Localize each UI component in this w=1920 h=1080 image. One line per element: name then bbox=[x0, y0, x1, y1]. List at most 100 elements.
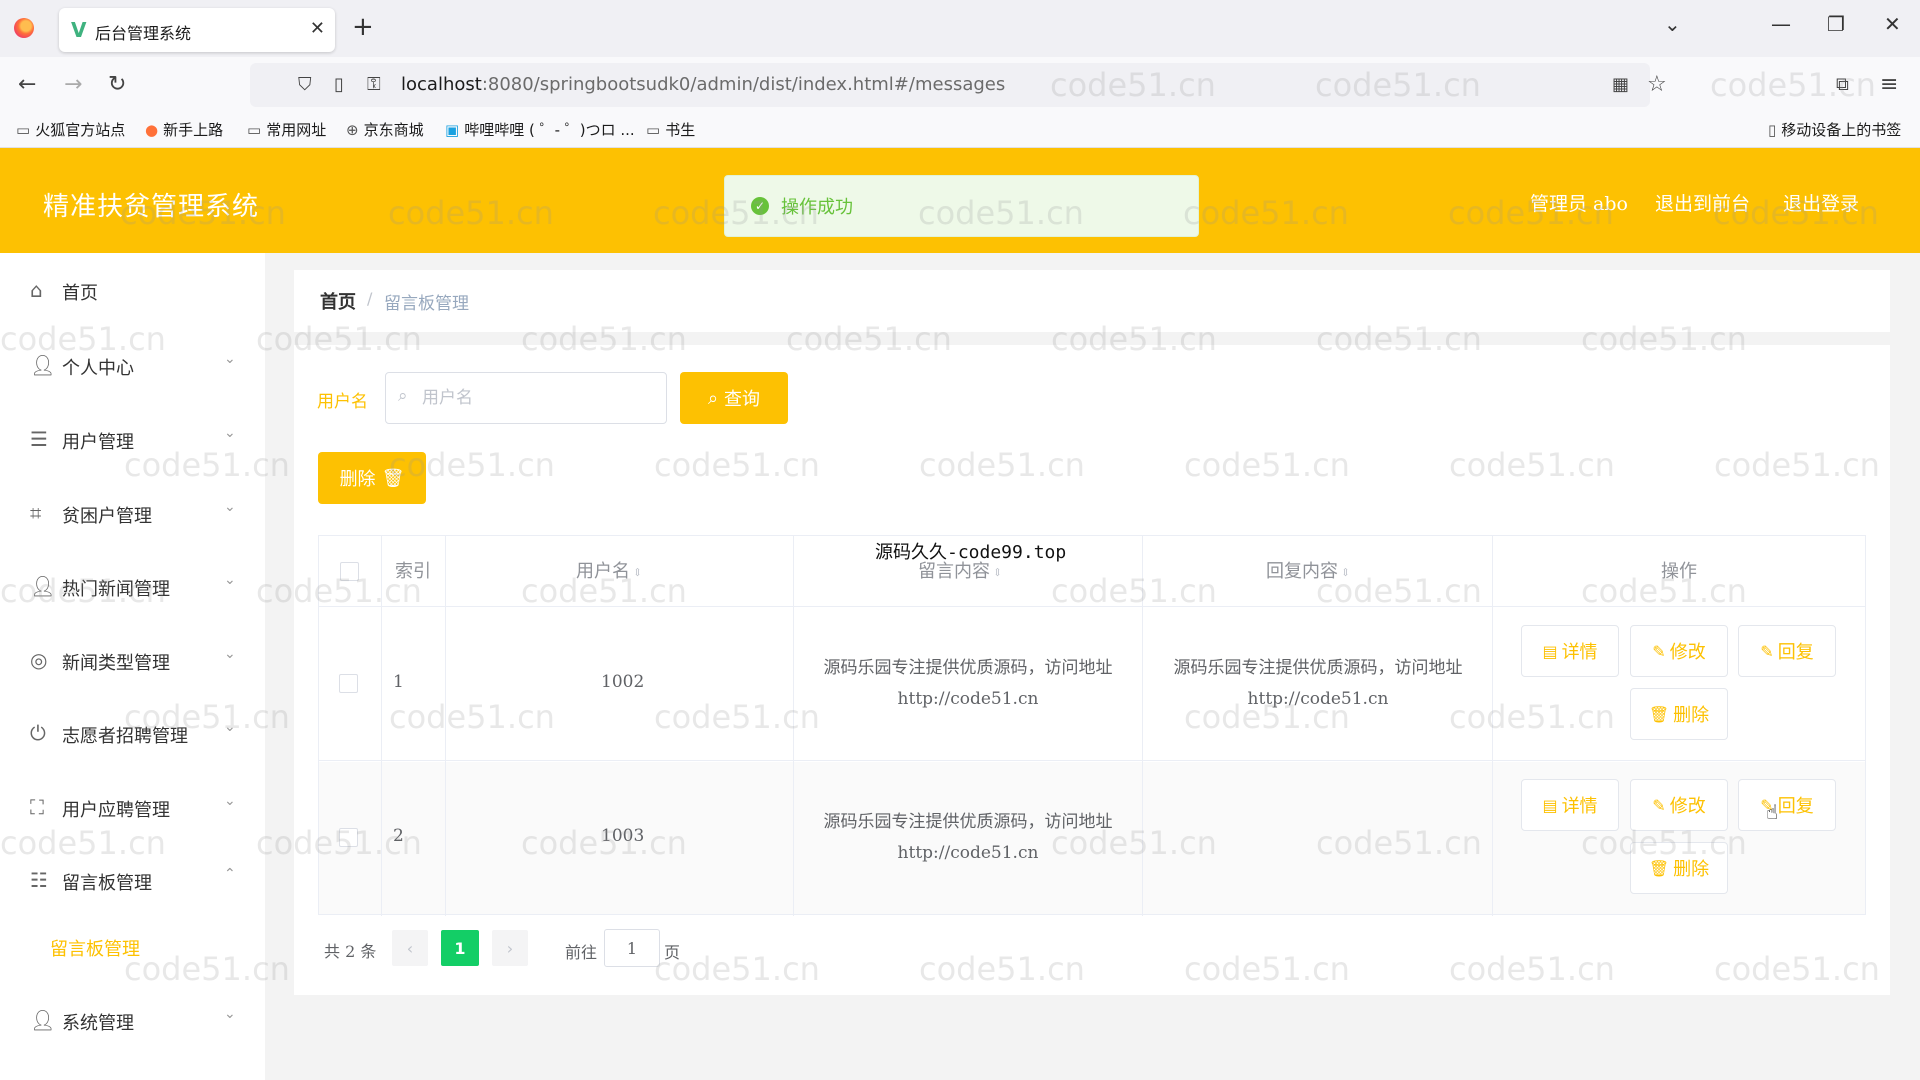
close-tab-icon[interactable]: ✕ bbox=[310, 18, 325, 39]
sort-icon[interactable]: ⇕ bbox=[633, 566, 642, 579]
select-all-checkbox[interactable] bbox=[340, 562, 359, 581]
bookmark-item[interactable]: ● 新手上路 bbox=[145, 119, 223, 140]
phone-icon: ▯ bbox=[1768, 120, 1777, 139]
page-number-current[interactable]: 1 bbox=[441, 930, 479, 966]
admin-name: 管理员 abo bbox=[1530, 193, 1628, 215]
extensions-icon[interactable]: ⧉ bbox=[1836, 70, 1849, 100]
qr-code-icon[interactable]: ▦ bbox=[1612, 70, 1629, 100]
row-checkbox[interactable] bbox=[339, 828, 358, 847]
url-text[interactable]: localhost:8080/springbootsudk0/admin/dis… bbox=[401, 74, 1005, 95]
bookmark-star-icon[interactable]: ☆ bbox=[1647, 70, 1667, 100]
sidebar-item-system[interactable]: 👤︎ 系统管理 ⌄ bbox=[0, 1000, 265, 1040]
sort-icon[interactable]: ⇕ bbox=[993, 566, 1002, 579]
user-icon: 👤︎ bbox=[30, 353, 56, 377]
tab-list-icon[interactable]: ⌄ bbox=[1664, 12, 1681, 36]
row-index: 1 bbox=[393, 672, 404, 692]
sort-icon[interactable]: ⇕ bbox=[1341, 566, 1350, 579]
breadcrumb-current: 留言板管理 bbox=[384, 294, 469, 314]
sidebar-item-users[interactable]: ☰ 用户管理 ⌄ bbox=[0, 419, 265, 459]
pagination-goto-label: 前往 bbox=[565, 943, 598, 962]
next-page-icon[interactable]: › bbox=[492, 930, 528, 966]
reply-button[interactable]: ✎ 回复 bbox=[1738, 779, 1836, 831]
chevron-up-icon: ⌃ bbox=[224, 866, 236, 882]
sidebar-item-poor-households[interactable]: ⌗ 贫困户管理 ⌄ bbox=[0, 493, 265, 533]
table-row: 1 1002 源码乐园专注提供优质源码，访问地址http://code51.cn… bbox=[319, 608, 1865, 761]
new-tab-icon[interactable]: + bbox=[352, 12, 374, 42]
search-button[interactable]: ⌕ 查询 bbox=[680, 372, 788, 424]
bookmark-item[interactable]: ▣ 哔哩哔哩 ( ゜- ゜)つロ ... bbox=[445, 119, 635, 140]
forward-icon[interactable]: → bbox=[64, 70, 82, 100]
edit-icon: ✎ bbox=[1652, 641, 1666, 661]
chevron-down-icon: ⌄ bbox=[224, 572, 236, 588]
delete-button[interactable]: 🗑︎ 删除 bbox=[1630, 842, 1728, 894]
sidebar-item-messages[interactable]: ☷ 留言板管理 ⌃ bbox=[0, 860, 265, 900]
breadcrumb-home[interactable]: 首页 bbox=[320, 288, 356, 314]
folder-icon: ▭ bbox=[646, 120, 661, 139]
globe-icon: ◎ bbox=[30, 648, 48, 672]
batch-delete-button[interactable]: 删除 🗑︎ bbox=[318, 452, 426, 504]
sidebar-subitem-messages[interactable]: 留言板管理 bbox=[50, 935, 140, 961]
sidebar-item-home[interactable]: ⌂ 首页 bbox=[0, 270, 265, 310]
mobile-bookmarks[interactable]: ▯ 移动设备上的书签 bbox=[1768, 119, 1901, 140]
page-jump-input[interactable] bbox=[604, 929, 660, 967]
table-row: 2 1003 源码乐园专注提供优质源码，访问地址http://code51.cn… bbox=[319, 762, 1865, 915]
bookmark-item[interactable]: ▭ 书生 bbox=[646, 119, 695, 140]
reload-icon[interactable]: ↻ bbox=[108, 70, 126, 100]
sidebar-item-hot-news[interactable]: 👤︎ 热门新闻管理 ⌄ bbox=[0, 566, 265, 606]
chevron-down-icon: ⌄ bbox=[224, 719, 236, 735]
back-to-front-link[interactable]: 退出到前台 bbox=[1655, 189, 1750, 216]
edit-icon: ✎ bbox=[1760, 641, 1774, 661]
chevron-down-icon: ⌄ bbox=[224, 499, 236, 515]
menu-icon[interactable]: ≡ bbox=[1880, 70, 1898, 100]
overlay-watermark-text: 源码久久-code99.top bbox=[875, 542, 1067, 563]
breadcrumb bbox=[294, 270, 1890, 332]
chevron-down-icon: ⌄ bbox=[224, 1006, 236, 1022]
close-window-icon[interactable]: ✕ bbox=[1884, 12, 1901, 36]
column-divider bbox=[793, 536, 794, 916]
search-icon: ⌕ bbox=[707, 387, 719, 409]
power-icon: ⏻ bbox=[30, 721, 46, 745]
reply-button[interactable]: ✎ 回复 bbox=[1738, 625, 1836, 677]
sidebar-item-applications[interactable]: ⛶ 用户应聘管理 ⌄ bbox=[0, 787, 265, 827]
row-content: 源码乐园专注提供优质源码，访问地址http://code51.cn bbox=[823, 658, 1113, 709]
messages-table: 索引 用户名 ⇕ 留言内容 ⇕ 回复内容 ⇕ 操作 1 1002 源码乐园专注提供优质… bbox=[318, 535, 1866, 916]
back-icon[interactable]: ← bbox=[18, 70, 36, 100]
edit-button[interactable]: ✎ 修改 bbox=[1630, 779, 1728, 831]
sidebar-item-volunteer-recruit[interactable]: ⏻ 志愿者招聘管理 ⌄ bbox=[0, 713, 265, 753]
page-icon[interactable]: ▯ bbox=[334, 70, 344, 100]
breadcrumb-separator: / bbox=[367, 289, 373, 308]
column-divider bbox=[381, 536, 382, 916]
bookmark-item[interactable]: ▭ 常用网址 bbox=[247, 119, 326, 140]
pagination-total: 共 2 条 bbox=[324, 942, 377, 961]
sidebar-item-profile[interactable]: 👤︎ 个人中心 ⌄ bbox=[0, 345, 265, 385]
edit-button[interactable]: ✎ 修改 bbox=[1630, 625, 1728, 677]
bilibili-icon: ▣ bbox=[445, 120, 460, 139]
col-index: 索引 bbox=[395, 561, 431, 582]
logout-link[interactable]: 退出登录 bbox=[1783, 189, 1859, 216]
row-content: 源码乐园专注提供优质源码，访问地址http://code51.cn bbox=[823, 812, 1113, 863]
firefox-icon bbox=[14, 18, 34, 38]
folder-icon: ▭ bbox=[16, 120, 31, 139]
user-icon: 👤︎ bbox=[30, 574, 56, 598]
username-search-input[interactable] bbox=[385, 372, 667, 424]
restore-icon[interactable]: ❐ bbox=[1827, 12, 1845, 36]
bookmark-item[interactable]: ⊕ 京东商城 bbox=[346, 119, 424, 140]
detail-button[interactable]: ▤ 详情 bbox=[1521, 779, 1619, 831]
table-header: 索引 用户名 ⇕ 留言内容 ⇕ 回复内容 ⇕ 操作 bbox=[319, 536, 1865, 607]
col-actions: 操作 bbox=[1661, 561, 1697, 582]
column-divider bbox=[1142, 536, 1143, 916]
bookmark-item[interactable]: ▭ 火狐官方站点 bbox=[16, 119, 125, 140]
shield-icon[interactable]: ⛉ bbox=[298, 70, 312, 100]
toast-message: 操作成功 bbox=[781, 197, 853, 218]
col-username[interactable]: 用户名 ⇕ bbox=[576, 557, 642, 583]
key-icon[interactable]: ⚿ bbox=[367, 70, 381, 100]
row-checkbox[interactable] bbox=[339, 674, 358, 693]
col-reply[interactable]: 回复内容 ⇕ bbox=[1266, 557, 1350, 583]
firefox-icon: ● bbox=[145, 120, 159, 139]
delete-button[interactable]: 🗑︎ 删除 bbox=[1630, 688, 1728, 740]
detail-button[interactable]: ▤ 详情 bbox=[1521, 625, 1619, 677]
sidebar-item-news-types[interactable]: ◎ 新闻类型管理 ⌄ bbox=[0, 640, 265, 680]
browser-tab[interactable]: V 后台管理系统 ✕ bbox=[59, 8, 335, 52]
minimize-icon[interactable]: — bbox=[1771, 12, 1791, 36]
prev-page-icon[interactable]: ‹ bbox=[392, 930, 428, 966]
